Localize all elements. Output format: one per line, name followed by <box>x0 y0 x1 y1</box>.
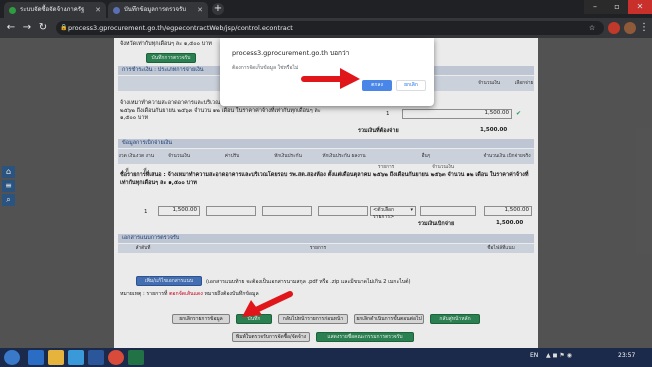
browser-menu-icon[interactable]: ⋮ <box>638 20 650 36</box>
chrome-icon[interactable] <box>108 350 124 365</box>
lock-icon: 🔒 <box>60 24 68 31</box>
language-indicator[interactable]: EN <box>530 352 538 359</box>
close-tab-icon[interactable]: ✕ <box>95 2 101 18</box>
tab-egp[interactable]: ระบบจัดซื้อจัดจ้างภาครัฐ ✕ <box>4 2 106 18</box>
word-icon[interactable] <box>88 350 104 365</box>
forward-icon[interactable]: → <box>20 20 34 36</box>
dialog-ok-button[interactable]: ตกลง <box>362 80 392 91</box>
tray-icons[interactable]: ▲ ◼ ⚑ ◉ <box>546 352 586 362</box>
inspection-favicon-icon <box>113 7 120 14</box>
close-tab-icon[interactable]: ✕ <box>197 2 203 18</box>
extension-icon[interactable] <box>608 22 620 34</box>
ie-icon[interactable] <box>28 350 44 365</box>
reload-icon[interactable]: ↻ <box>36 20 50 36</box>
dialog-origin: process3.gprocurement.go.th บอกว่า <box>232 49 350 57</box>
bookmark-star-icon[interactable]: ☆ <box>587 20 597 36</box>
egp-favicon-icon <box>9 7 16 14</box>
close-window-icon[interactable]: ✕ <box>628 0 652 14</box>
clock[interactable]: 23:57 <box>618 352 635 359</box>
excel-icon[interactable] <box>128 350 144 365</box>
media-icon[interactable] <box>68 350 84 365</box>
explorer-icon[interactable] <box>48 350 64 365</box>
address-bar[interactable]: 🔒 process3.gprocurement.go.th/egpecontra… <box>56 21 604 35</box>
profile-avatar[interactable] <box>624 22 636 34</box>
arrow-to-save-icon <box>242 291 293 317</box>
back-icon[interactable]: ← <box>4 20 18 36</box>
new-tab-button[interactable]: + <box>212 3 224 15</box>
maximize-icon[interactable]: ▫ <box>606 0 628 14</box>
arrow-to-ok-icon <box>301 68 360 89</box>
tab-inspection[interactable]: บันทึกข้อมูลการตรวจรับ ✕ <box>108 2 208 18</box>
minimize-icon[interactable]: – <box>584 0 606 14</box>
dialog-cancel-button[interactable]: ยกเลิก <box>396 80 426 91</box>
start-icon[interactable] <box>4 350 20 365</box>
dialog-message: ต้องการจัดเก็บข้อมูล ใช่หรือไม่ <box>232 65 299 71</box>
